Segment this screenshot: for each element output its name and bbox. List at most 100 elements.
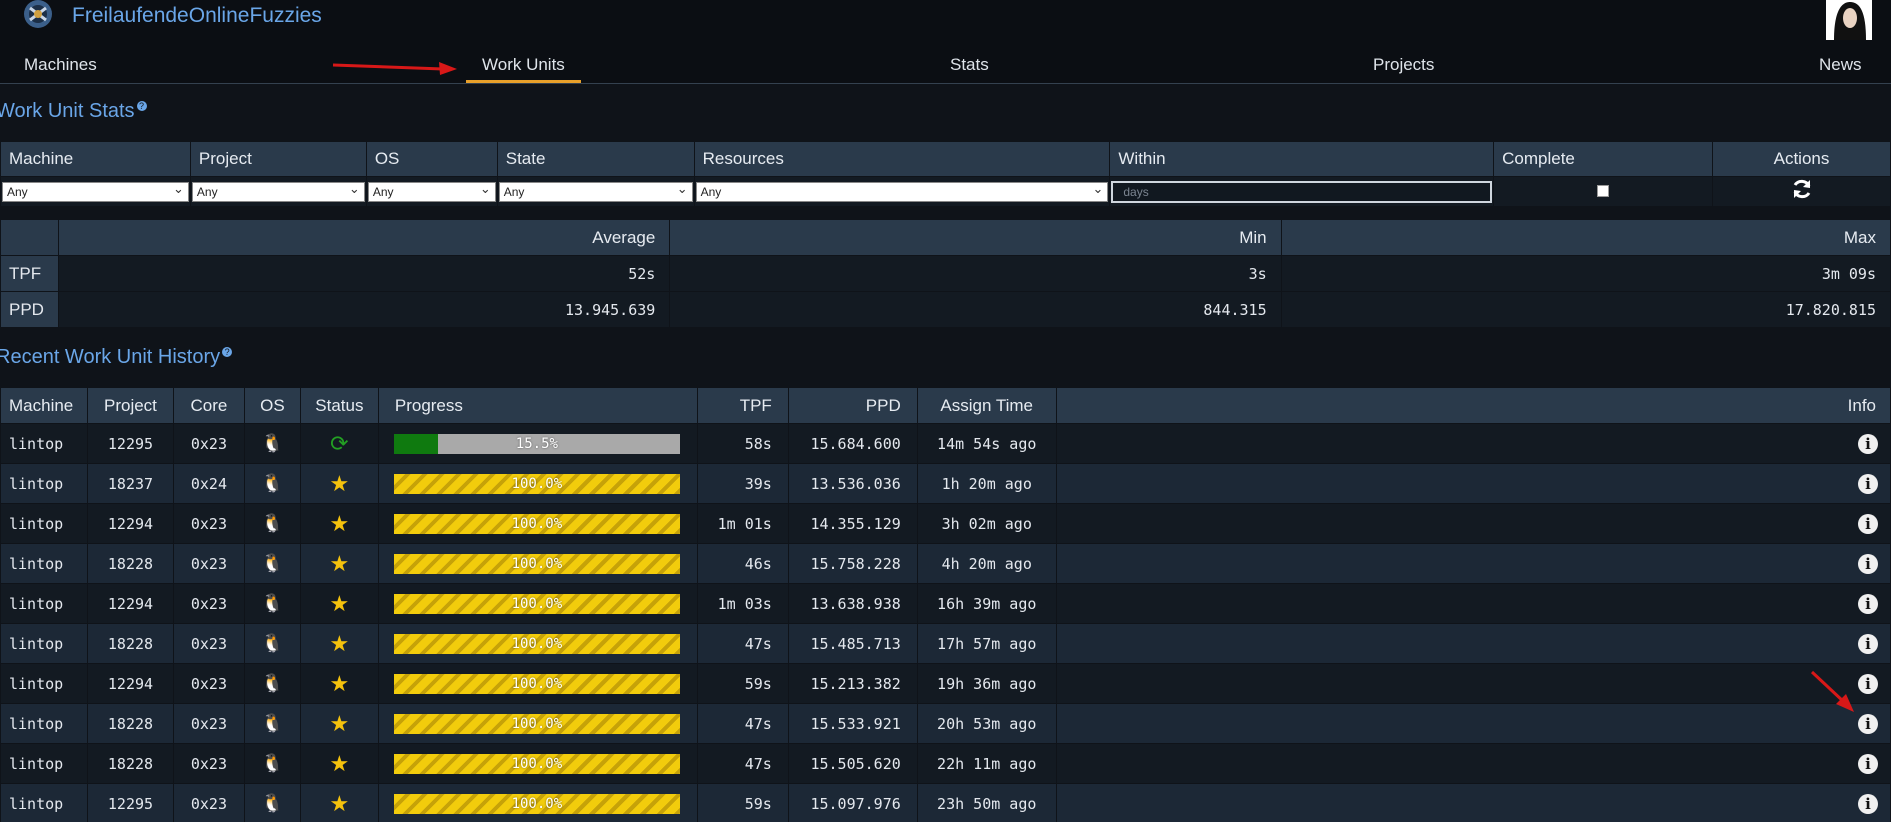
cell-project[interactable]: 12294 (86, 663, 174, 704)
progress-label: 100.0% (511, 715, 563, 732)
cell-assign-time: 1h 20m ago (916, 463, 1057, 504)
cell-project[interactable]: 12294 (86, 503, 174, 544)
table-row: lintop 12294 0x23 🐧 ★ 100.0% 1m 01s 14.355.129 3… (0, 503, 1891, 544)
cell-machine[interactable]: lintop (0, 623, 88, 664)
site-title[interactable]: FreilaufendeOnlineFuzzies (72, 4, 322, 28)
within-days-input[interactable]: days (1111, 180, 1493, 203)
help-icon[interactable]: ? (136, 101, 147, 111)
filter-table: Machine Project OS State Resources Withi… (0, 141, 1891, 207)
info-icon[interactable]: i (1858, 473, 1878, 494)
info-icon[interactable]: i (1858, 633, 1878, 654)
cell-project[interactable]: 12295 (86, 783, 174, 822)
cell-machine[interactable]: lintop (0, 783, 88, 822)
cell-tpf: 39s (696, 463, 789, 504)
star-icon: ★ (329, 790, 350, 816)
summary-label: TPF (0, 255, 59, 292)
linux-icon: 🐧 (261, 433, 284, 453)
star-icon: ★ (329, 630, 350, 656)
cell-core: 0x24 (172, 463, 245, 504)
cell-project[interactable]: 12295 (86, 423, 174, 464)
resources-select[interactable]: Any (695, 180, 1109, 202)
cell-machine[interactable]: lintop (0, 503, 88, 544)
nav-stats[interactable]: Stats (950, 55, 989, 75)
cell-ppd: 13.536.036 (787, 463, 918, 504)
info-icon[interactable]: i (1858, 753, 1878, 774)
filter-header-os: OS (365, 141, 498, 177)
help-icon[interactable]: ? (222, 347, 233, 357)
cell-assign-time: 20h 53m ago (916, 703, 1057, 744)
cell-assign-time: 14m 54s ago (916, 423, 1057, 464)
linux-icon: 🐧 (261, 673, 284, 693)
cell-project[interactable]: 18237 (86, 463, 174, 504)
cell-core: 0x23 (172, 583, 245, 624)
cell-core: 0x23 (172, 503, 245, 544)
os-select[interactable]: Any (367, 180, 496, 202)
history-header-tpf: TPF (696, 387, 789, 424)
nav-projects[interactable]: Projects (1373, 55, 1434, 75)
cell-project[interactable]: 18228 (86, 743, 174, 784)
progress-label: 15.5% (515, 435, 558, 452)
cell-machine[interactable]: lintop (0, 583, 88, 624)
info-icon[interactable]: i (1858, 433, 1878, 454)
project-select[interactable]: Any (191, 180, 365, 202)
summary-value: 3m 09s (1280, 255, 1891, 292)
complete-checkbox[interactable] (1597, 184, 1610, 197)
linux-icon: 🐧 (261, 633, 284, 653)
cell-project[interactable]: 18228 (86, 543, 174, 584)
cell-assign-time: 23h 50m ago (916, 783, 1057, 822)
nav-work-units[interactable]: Work Units (466, 55, 581, 83)
summary-value: 52s (57, 255, 671, 292)
nav-news[interactable]: News (1819, 55, 1862, 75)
info-icon[interactable]: i (1858, 713, 1878, 734)
cell-tpf: 47s (696, 623, 789, 664)
cell-core: 0x23 (172, 623, 245, 664)
filter-header-within: Within (1109, 141, 1495, 177)
cell-ppd: 15.505.620 (787, 743, 918, 784)
cell-machine[interactable]: lintop (0, 663, 88, 704)
filter-header-project: Project (189, 141, 367, 177)
history-header-os: OS (243, 387, 301, 424)
cell-project[interactable]: 12294 (86, 583, 174, 624)
user-avatar[interactable] (1826, 0, 1872, 40)
info-icon[interactable]: i (1858, 513, 1878, 534)
cell-machine[interactable]: lintop (0, 743, 88, 784)
cell-tpf: 58s (696, 423, 789, 464)
cell-machine[interactable]: lintop (0, 463, 88, 504)
linux-icon: 🐧 (261, 713, 284, 733)
info-icon[interactable]: i (1858, 793, 1878, 814)
cell-assign-time: 16h 39m ago (916, 583, 1057, 624)
summary-stats-table: Average Min Max TPF 52s 3s 3m 09s PPD 13… (0, 219, 1891, 328)
filter-header-complete: Complete (1493, 141, 1714, 177)
cell-core: 0x23 (172, 703, 245, 744)
progress-bar: 100.0% (393, 673, 680, 694)
cell-tpf: 47s (696, 743, 789, 784)
info-icon[interactable]: i (1858, 553, 1878, 574)
state-select[interactable]: Any (498, 180, 693, 202)
cell-machine[interactable]: lintop (0, 423, 88, 464)
linux-icon: 🐧 (261, 793, 284, 813)
star-icon: ★ (329, 550, 350, 576)
cell-machine[interactable]: lintop (0, 703, 88, 744)
star-icon: ★ (329, 710, 350, 736)
cell-machine[interactable]: lintop (0, 543, 88, 584)
info-icon[interactable]: i (1858, 673, 1878, 694)
cell-core: 0x23 (172, 543, 245, 584)
history-header-ppd: PPD (787, 387, 918, 424)
table-row: lintop 18228 0x23 🐧 ★ 100.0% 47s 15.485.713 17h … (0, 623, 1891, 664)
table-row: lintop 12294 0x23 🐧 ★ 100.0% 1m 03s 13.638.938 1… (0, 583, 1891, 624)
cell-project[interactable]: 18228 (86, 703, 174, 744)
nav-machines[interactable]: Machines (24, 55, 97, 75)
info-icon[interactable]: i (1858, 593, 1878, 614)
work-unit-stats-title: Work Unit Stats (0, 100, 135, 122)
cell-ppd: 15.533.921 (787, 703, 918, 744)
cell-ppd: 15.485.713 (787, 623, 918, 664)
machine-select[interactable]: Any (2, 180, 189, 202)
filter-header-machine: Machine (0, 141, 191, 177)
progress-label: 100.0% (511, 795, 563, 812)
history-header-info: Info (1055, 387, 1891, 424)
cell-project[interactable]: 18228 (86, 623, 174, 664)
refresh-icon[interactable] (1791, 178, 1813, 200)
team-logo[interactable] (18, 0, 58, 34)
summary-row-tpf: TPF 52s 3s 3m 09s (0, 255, 1891, 292)
work-unit-stats-heading: Work Unit Stats? (0, 100, 147, 123)
